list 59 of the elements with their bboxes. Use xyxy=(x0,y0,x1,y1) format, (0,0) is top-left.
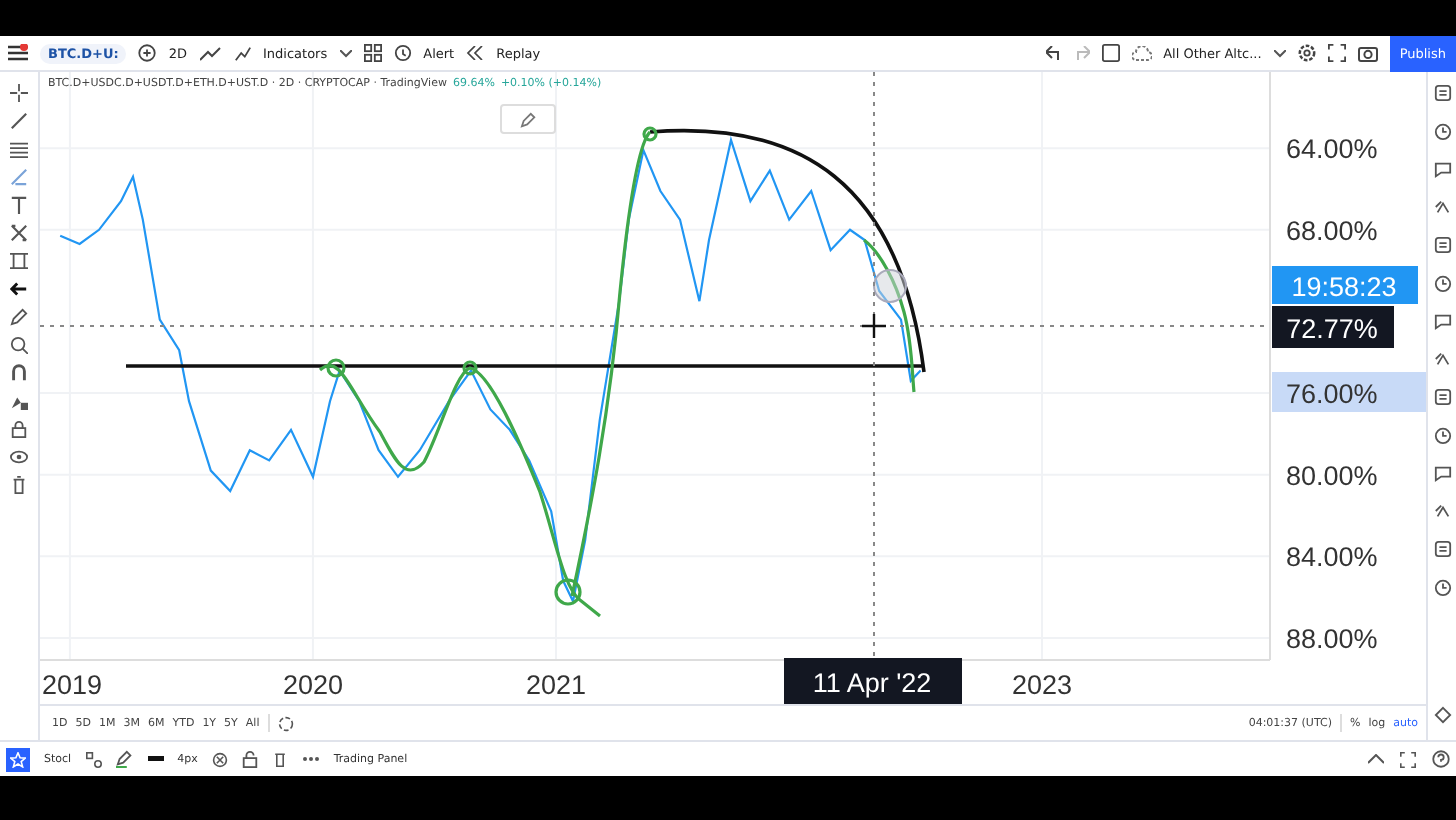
help-icon[interactable] xyxy=(1432,750,1450,768)
eye-icon[interactable] xyxy=(10,448,28,466)
crosshair-date-label: 11 Apr '22 xyxy=(784,658,962,704)
alert-icon[interactable] xyxy=(393,44,412,62)
price-axis-label: 80.00% xyxy=(1286,460,1378,491)
replay-icon[interactable] xyxy=(466,46,485,60)
price-axis-label: 64.00% xyxy=(1286,134,1378,165)
cursor-circle xyxy=(873,269,907,303)
cloud-icon xyxy=(1131,45,1152,61)
undo-icon[interactable] xyxy=(1045,46,1062,60)
crosshair-price-label: 72.77% xyxy=(1272,306,1394,348)
indicators-icon[interactable] xyxy=(233,44,251,62)
caret-icon[interactable] xyxy=(1273,49,1286,57)
lock-drawing-icon[interactable] xyxy=(10,392,28,410)
watchlist-icon[interactable] xyxy=(1433,84,1451,102)
ruler-icon[interactable] xyxy=(10,252,28,270)
trash-icon[interactable] xyxy=(271,750,288,768)
time-axis-label: 2021 xyxy=(525,670,586,700)
brush-icon[interactable] xyxy=(10,168,28,186)
line-width-icon[interactable] xyxy=(147,756,164,762)
lock-icon[interactable] xyxy=(10,420,28,438)
crosshair-icon[interactable] xyxy=(10,84,28,102)
pencil-icon[interactable] xyxy=(10,308,28,326)
layers-icon[interactable] xyxy=(1433,706,1451,724)
trash-icon[interactable] xyxy=(10,476,28,494)
zoom-icon[interactable] xyxy=(10,336,28,354)
pattern-icon[interactable] xyxy=(10,224,28,242)
alarm-clock-icon[interactable] xyxy=(1433,122,1451,140)
text-icon[interactable] xyxy=(10,196,28,214)
magnet-icon[interactable] xyxy=(10,364,28,382)
settings-icon[interactable] xyxy=(1297,44,1316,62)
fullscreen-icon[interactable] xyxy=(1327,44,1346,62)
countdown-label: 19:58:23 xyxy=(1272,266,1418,304)
price-axis-label: 76.00% xyxy=(1286,379,1378,410)
star-icon[interactable] xyxy=(6,747,30,771)
add-symbol-icon[interactable] xyxy=(138,44,157,62)
price-axis-label: 88.00% xyxy=(1286,623,1378,654)
square-icon[interactable] xyxy=(1101,44,1120,62)
settings-icon[interactable] xyxy=(211,751,228,767)
caret-icon[interactable] xyxy=(339,49,352,57)
price-axis-label: 68.00% xyxy=(1286,215,1378,246)
collapse-icon[interactable] xyxy=(1368,754,1384,764)
price-axis-label: 84.00% xyxy=(1286,542,1378,573)
crosshair-icon xyxy=(860,312,888,340)
camera-icon[interactable] xyxy=(1357,44,1378,62)
date-range-icon[interactable] xyxy=(277,715,294,731)
time-axis-label: 2023 xyxy=(1012,670,1073,700)
menu-icon[interactable] xyxy=(8,44,28,62)
back-arrow-icon[interactable] xyxy=(10,280,28,298)
trend-line-icon[interactable] xyxy=(10,112,28,130)
chart-type-icon[interactable] xyxy=(199,45,221,61)
more-icon[interactable] xyxy=(301,756,320,762)
pencil-icon[interactable] xyxy=(115,750,134,768)
lock-icon[interactable] xyxy=(241,750,258,768)
time-axis-label: 2019 xyxy=(41,670,103,700)
maximize-icon[interactable] xyxy=(1400,751,1416,767)
parallel-lines-icon[interactable] xyxy=(10,140,28,158)
time-axis-label: 2020 xyxy=(282,670,343,700)
shapes-icon[interactable] xyxy=(85,751,102,767)
